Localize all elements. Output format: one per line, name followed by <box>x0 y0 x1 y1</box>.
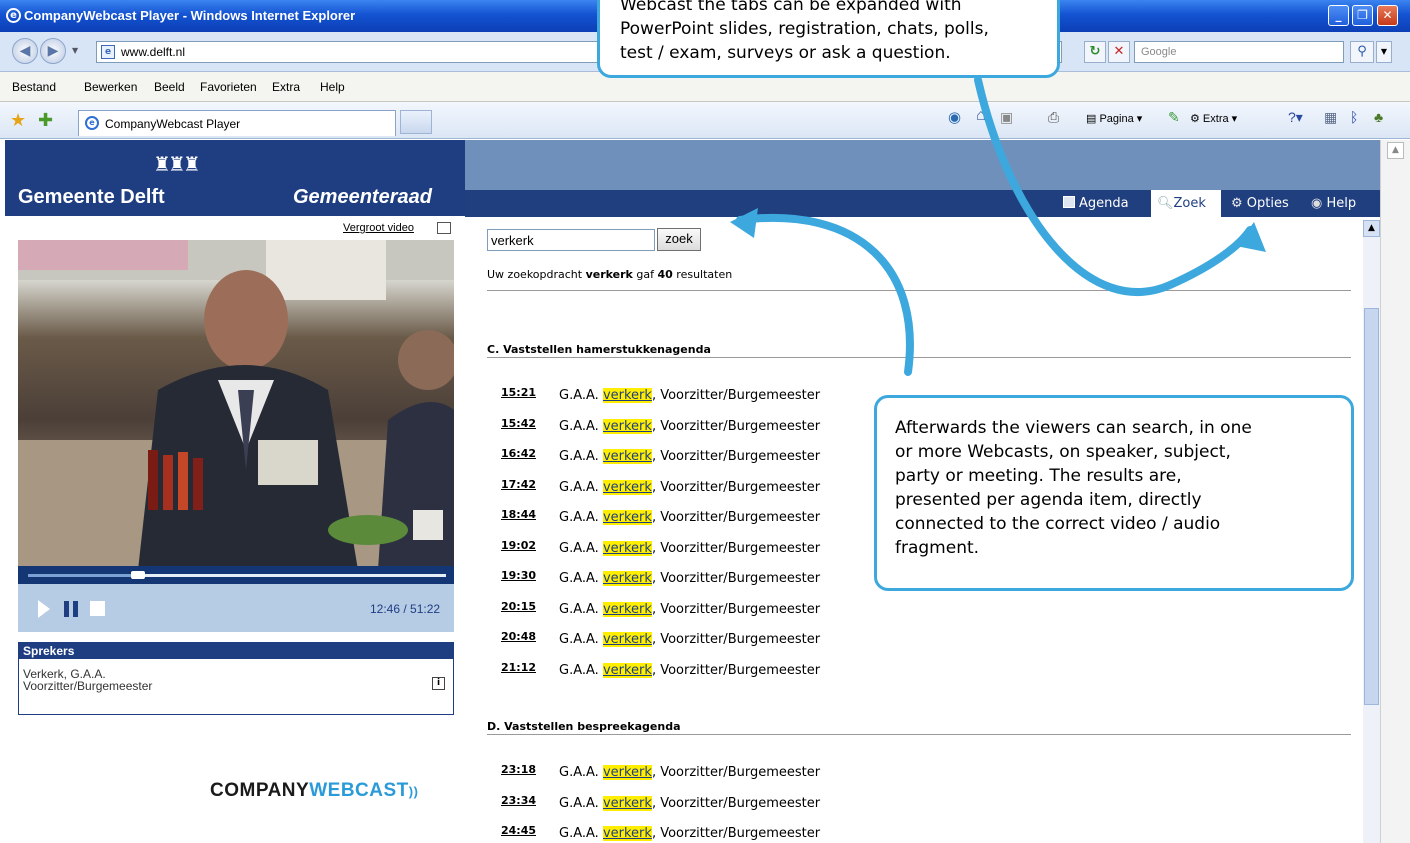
annotation-arrows <box>730 76 1266 376</box>
arrow-to-search <box>736 213 914 376</box>
arrow-to-tabs <box>974 76 1254 296</box>
arrow-head-search <box>730 208 758 238</box>
